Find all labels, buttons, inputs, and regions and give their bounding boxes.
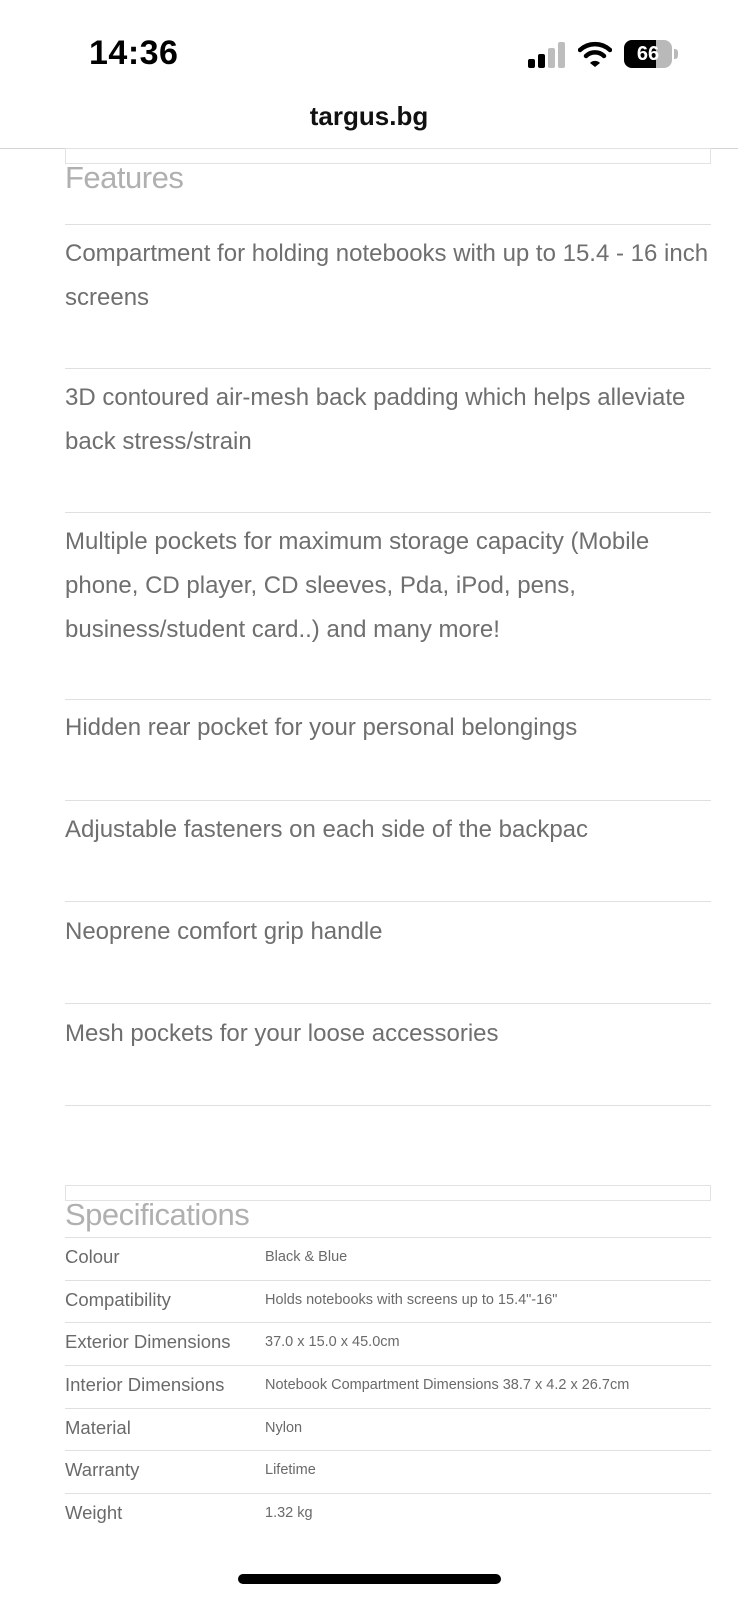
feature-item: Multiple pockets for maximum storage cap… (65, 528, 650, 643)
spec-row-warranty: Warranty Lifetime (65, 1451, 711, 1493)
spec-label: Material (65, 1417, 131, 1438)
divider (65, 224, 711, 225)
divider (65, 901, 711, 902)
feature-item: Hidden rear pocket for your personal bel… (65, 714, 578, 741)
divider (65, 1105, 711, 1106)
wifi-icon (578, 41, 612, 67)
features-title: Features (65, 160, 184, 195)
spec-label: Weight (65, 1502, 123, 1523)
spec-row-material: Material Nylon (65, 1409, 711, 1451)
spec-value: 37.0 x 15.0 x 45.0cm (265, 1334, 400, 1350)
spec-row-compatibility: Compatibility Holds notebooks with scree… (65, 1281, 711, 1323)
divider (65, 512, 711, 513)
divider (65, 699, 711, 700)
status-bar: 14:36 66 (0, 0, 738, 95)
spec-label: Colour (65, 1246, 120, 1267)
battery-icon: 66 (624, 40, 678, 68)
spec-row-colour: Colour Black & Blue (65, 1238, 711, 1280)
cellular-signal-icon (528, 42, 565, 68)
home-indicator[interactable] (238, 1574, 501, 1584)
spec-row-weight: Weight 1.32 kg (65, 1494, 711, 1536)
feature-item: Neoprene comfort grip handle (65, 918, 383, 945)
spec-label: Exterior Dimensions (65, 1331, 231, 1352)
status-time: 14:36 (89, 34, 179, 72)
spec-value: Lifetime (265, 1462, 316, 1478)
spec-value: Holds notebooks with screens up to 15.4"… (265, 1292, 558, 1308)
spec-row-exterior-dimensions: Exterior Dimensions 37.0 x 15.0 x 45.0cm (65, 1323, 711, 1365)
divider (65, 800, 711, 801)
divider (65, 1003, 711, 1004)
spec-label: Warranty (65, 1459, 140, 1480)
spec-value: Nylon (265, 1420, 303, 1436)
battery-level-text: 66 (636, 43, 660, 65)
spec-value: Notebook Compartment Dimensions 38.7 x 4… (265, 1377, 630, 1393)
divider (65, 368, 711, 369)
feature-item: Adjustable fasteners on each side of the… (65, 816, 589, 843)
spec-value: Black & Blue (265, 1249, 348, 1265)
browser-url-bar[interactable]: targus.bg (0, 95, 738, 149)
url-text[interactable]: targus.bg (0, 101, 738, 132)
battery-tip (674, 49, 678, 59)
spec-label: Compatibility (65, 1289, 171, 1310)
specifications-title: Specifications (65, 1197, 250, 1232)
spec-value: 1.32 kg (265, 1505, 313, 1521)
battery-body: 66 (624, 40, 672, 68)
spec-label: Interior Dimensions (65, 1374, 225, 1395)
feature-item: Compartment for holding notebooks with u… (65, 240, 709, 311)
feature-item: Mesh pockets for your loose accessories (65, 1020, 499, 1047)
feature-item: 3D contoured air-mesh back padding which… (65, 384, 686, 455)
spec-row-interior-dimensions: Interior Dimensions Notebook Compartment… (65, 1366, 711, 1408)
